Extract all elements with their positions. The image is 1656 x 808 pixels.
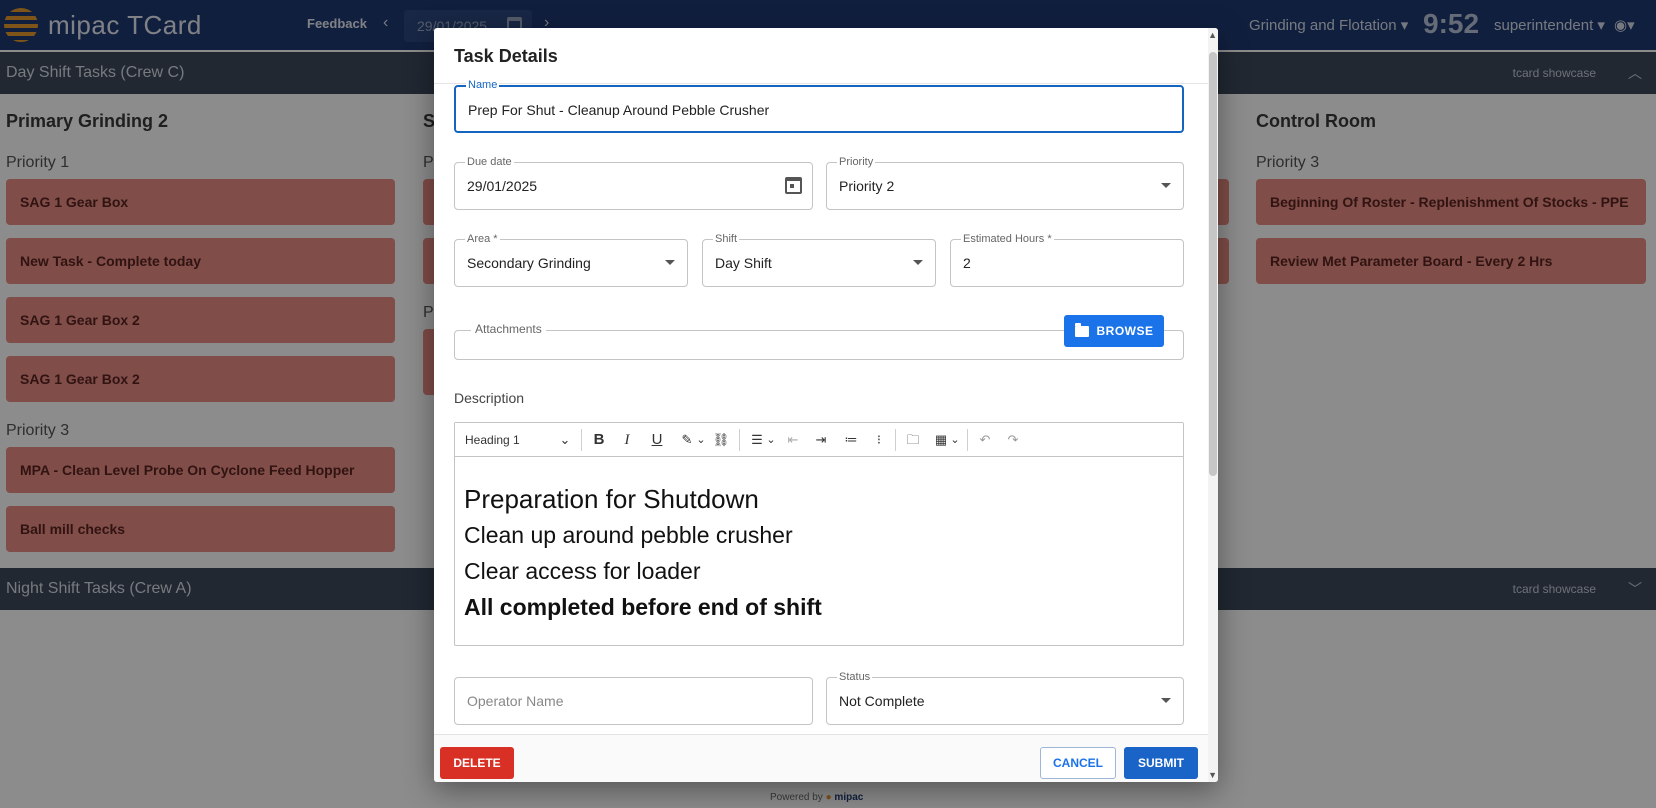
submit-button[interactable]: SUBMIT (1124, 747, 1198, 779)
redo-icon[interactable]: ↷ (1003, 430, 1023, 450)
toolbar-divider (581, 429, 582, 451)
dialog-scrollbar[interactable]: ▲ ▼ (1208, 28, 1218, 782)
task-details-dialog: Task Details Name Prep For Shut - Cleanu… (434, 28, 1218, 782)
caret-down-icon (1161, 183, 1171, 188)
shift-label: Shift (713, 232, 740, 246)
area-value: Secondary Grinding (467, 255, 591, 271)
editor-content[interactable]: Preparation for Shutdown Clean up around… (464, 481, 822, 625)
link-icon[interactable]: ⛓ (711, 430, 731, 450)
area-select[interactable]: Area * Secondary Grinding (454, 232, 688, 287)
status-label: Status (837, 670, 873, 684)
shift-select[interactable]: Shift Day Shift (702, 232, 936, 287)
operator-name-placeholder: Operator Name (467, 693, 564, 709)
priority-value: Priority 2 (839, 178, 895, 194)
toolbar-divider (895, 429, 896, 451)
rich-text-editor[interactable]: Heading 1 ⌄ B I U ✎ ⌄ ⛓ ☰ ⌄ ⇤ ⇥ ≔ ⁝ 🗀 ▦ … (454, 422, 1184, 646)
highlight-icon[interactable]: ✎ (677, 430, 697, 450)
italic-icon[interactable]: I (617, 430, 637, 450)
estimated-hours-value[interactable]: 2 (963, 255, 971, 271)
due-date-field[interactable]: Due date 29/01/2025 (454, 155, 813, 210)
editor-line: Preparation for Shutdown (464, 484, 759, 514)
undo-icon[interactable]: ↶ (975, 430, 995, 450)
toolbar-divider (739, 429, 740, 451)
estimated-hours-field[interactable]: Estimated Hours * 2 (950, 232, 1184, 287)
chevron-down-icon[interactable]: ⌄ (695, 430, 707, 450)
scroll-down-arrow-icon[interactable]: ▼ (1208, 770, 1217, 780)
priority-label: Priority (837, 155, 876, 169)
editor-line: Clear access for loader (464, 558, 701, 584)
cancel-button[interactable]: CANCEL (1040, 747, 1116, 779)
name-field[interactable]: Name Prep For Shut - Cleanup Around Pebb… (454, 78, 1184, 133)
chevron-down-icon[interactable]: ⌄ (949, 430, 961, 450)
scrollbar-thumb[interactable] (1209, 52, 1217, 476)
bold-icon[interactable]: B (589, 430, 609, 450)
scroll-up-arrow-icon[interactable]: ▲ (1208, 30, 1217, 40)
name-value[interactable]: Prep For Shut - Cleanup Around Pebble Cr… (468, 102, 769, 118)
calendar-icon[interactable] (785, 177, 802, 194)
toolbar-divider (967, 429, 968, 451)
browse-label: BROWSE (1096, 324, 1154, 338)
shift-value: Day Shift (715, 255, 772, 271)
due-date-label: Due date (465, 155, 514, 169)
estimated-hours-label: Estimated Hours * (961, 232, 1054, 246)
editor-line: All completed before end of shift (464, 594, 822, 620)
description-label: Description (454, 390, 525, 406)
area-label: Area * (465, 232, 500, 246)
underline-icon[interactable]: U (647, 430, 667, 450)
heading-select[interactable]: Heading 1 (465, 430, 565, 450)
editor-toolbar: Heading 1 ⌄ B I U ✎ ⌄ ⛓ ☰ ⌄ ⇤ ⇥ ≔ ⁝ 🗀 ▦ … (455, 423, 1183, 457)
chevron-down-icon[interactable]: ⌄ (559, 430, 571, 450)
name-label: Name (466, 78, 500, 92)
browse-button[interactable]: BROWSE (1064, 315, 1164, 347)
insert-file-icon[interactable]: 🗀 (903, 430, 923, 450)
caret-down-icon (1161, 698, 1171, 703)
caret-down-icon (913, 260, 923, 265)
numbered-list-icon[interactable]: ≔ (841, 430, 861, 450)
attachments-label: Attachments (471, 322, 546, 336)
priority-select[interactable]: Priority Priority 2 (826, 155, 1184, 210)
dialog-title: Task Details (454, 46, 558, 66)
status-value: Not Complete (839, 693, 925, 709)
dialog-actions: DELETE CANCEL SUBMIT (434, 734, 1210, 782)
heading-select-label: Heading 1 (465, 433, 520, 447)
caret-down-icon (665, 260, 675, 265)
indent-icon[interactable]: ⇥ (811, 430, 831, 450)
divider (434, 83, 1210, 84)
due-date-value[interactable]: 29/01/2025 (467, 178, 537, 194)
align-left-icon[interactable]: ☰ (747, 430, 767, 450)
bulleted-list-icon[interactable]: ⁝ (869, 430, 889, 450)
outdent-icon[interactable]: ⇤ (783, 430, 803, 450)
table-icon[interactable]: ▦ (931, 430, 951, 450)
operator-name-field[interactable]: Operator Name (454, 677, 813, 725)
delete-button[interactable]: DELETE (440, 747, 514, 779)
folder-icon (1074, 322, 1089, 337)
editor-line: Clean up around pebble crusher (464, 522, 793, 548)
status-select[interactable]: Status Not Complete (826, 670, 1184, 725)
chevron-down-icon[interactable]: ⌄ (765, 430, 777, 450)
